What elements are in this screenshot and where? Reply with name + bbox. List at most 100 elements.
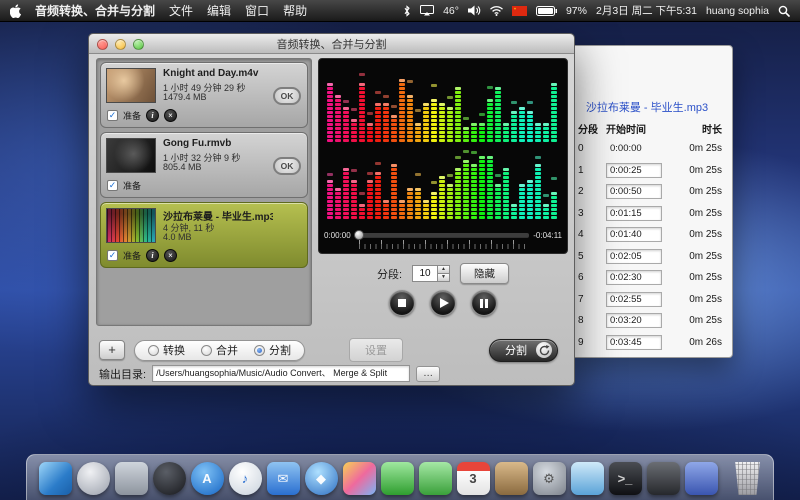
file-list-item[interactable]: Gong Fu.rmvb 1 小时 32 分钟 9 秒 805.4 MB ✓ 准… <box>100 132 308 198</box>
menu-window[interactable]: 窗口 <box>245 2 269 19</box>
menu-help[interactable]: 帮助 <box>283 2 307 19</box>
split-action-label: 分割 <box>505 342 527 358</box>
dock-icon-system-preferences[interactable]: ⚙ <box>533 462 566 495</box>
playback-controls <box>318 290 568 316</box>
start-time-field[interactable]: 0:02:05 <box>606 249 662 264</box>
seek-thumb[interactable] <box>354 230 364 240</box>
dock-icon-safari[interactable]: ◆ <box>305 462 338 495</box>
file-thumbnail <box>106 138 156 173</box>
bluetooth-icon[interactable] <box>403 5 411 17</box>
segment-number: 8 <box>578 315 606 326</box>
dock-icon-dashboard[interactable] <box>153 462 186 495</box>
battery-icon[interactable] <box>536 6 557 16</box>
start-time-field[interactable]: 0:03:20 <box>606 313 662 328</box>
dock-icon-launchpad[interactable] <box>77 462 110 495</box>
output-directory-field[interactable]: /Users/huangsophia/Music/Audio Convert、 … <box>152 365 410 382</box>
dock-icon-utilities[interactable] <box>647 462 680 495</box>
start-time-field[interactable]: 0:01:15 <box>606 206 662 221</box>
mode-radio-convert[interactable]: 转换 <box>148 342 185 358</box>
window-title: 音频转换、合并与分割 <box>277 36 387 52</box>
split-table-header: 分段 开始时间 时长 <box>578 118 724 138</box>
dock-icon-terminal[interactable]: >_ <box>609 462 642 495</box>
pause-button[interactable] <box>471 290 497 316</box>
dock-icon-documents[interactable] <box>685 462 718 495</box>
file-list-item[interactable]: Knight and Day.m4v 1 小时 49 分钟 29 秒 1479.… <box>100 62 308 128</box>
browse-button[interactable]: … <box>416 366 440 382</box>
trash-icon[interactable] <box>734 462 762 495</box>
stepper-down-button[interactable]: ▼ <box>437 273 450 282</box>
hide-button[interactable]: 隐藏 <box>460 263 509 284</box>
user-menu[interactable]: huang sophia <box>706 5 769 17</box>
wifi-icon[interactable] <box>490 6 503 16</box>
play-icon <box>440 298 449 308</box>
seek-groove[interactable] <box>355 233 530 237</box>
battery-percent[interactable]: 97% <box>566 5 587 17</box>
start-time-field[interactable]: 0:02:55 <box>606 292 662 307</box>
dock-icon-itunes[interactable]: ♪ <box>229 462 262 495</box>
datetime-status[interactable]: 2月3日 周二 下午5:31 <box>596 3 697 18</box>
close-window-button[interactable] <box>97 39 108 50</box>
apple-menu-icon[interactable] <box>10 4 21 18</box>
dock-icon-calendar[interactable]: 3 <box>457 462 490 495</box>
file-list-item[interactable]: 沙拉布莱曼 - 毕业生.mp3 4 分钟, 11 秒 4.0 MB ✓ 准备 i… <box>100 202 308 268</box>
split-panel-title: 沙拉布莱曼 - 毕业生.mp3 <box>566 99 728 115</box>
stop-button[interactable] <box>389 290 415 316</box>
segment-number: 0 <box>578 143 606 154</box>
waveform-panel: 0:00:00 -0:04:11 <box>318 58 568 254</box>
segment-count-field[interactable]: 10 <box>412 265 438 282</box>
split-table: 分段 开始时间 时长 0 0:00:00 0m 25s 1 0:00:25 0m… <box>578 118 724 353</box>
start-time-field[interactable]: 0:00:25 <box>606 163 662 178</box>
spotlight-icon[interactable] <box>778 5 790 17</box>
menu-bar: 音频转换、合并与分割 文件 编辑 窗口 帮助 46° <box>0 0 800 22</box>
add-file-button[interactable]: + <box>99 340 125 360</box>
dock-icon-app-store[interactable]: A <box>191 462 224 495</box>
dock: A♪✉◆ 3 ⚙ >_ <box>26 454 774 500</box>
display-icon[interactable] <box>420 5 434 16</box>
dock-icon-mail[interactable]: ✉ <box>267 462 300 495</box>
dock-icon-maps[interactable] <box>571 462 604 495</box>
ready-checkbox[interactable]: ✓ <box>107 250 118 261</box>
menu-edit[interactable]: 编辑 <box>207 2 231 19</box>
dock-icon-messages[interactable] <box>419 462 452 495</box>
header-duration: 时长 <box>670 121 724 136</box>
radio-icon <box>148 345 159 356</box>
zoom-window-button[interactable] <box>133 39 144 50</box>
menu-file[interactable]: 文件 <box>169 2 193 19</box>
settings-button[interactable]: 设置 <box>349 338 403 362</box>
segment-duration: 0m 25s <box>670 251 724 262</box>
mode-radio-split[interactable]: 分割 <box>254 342 291 358</box>
dock-icon-mission-control[interactable] <box>115 462 148 495</box>
mode-radio-merge[interactable]: 合并 <box>201 342 238 358</box>
segment-duration: 0m 25s <box>670 165 724 176</box>
menu-app-name[interactable]: 音频转换、合并与分割 <box>35 2 155 19</box>
file-thumbnail <box>106 208 156 243</box>
ready-checkbox[interactable]: ✓ <box>107 180 118 191</box>
play-button[interactable] <box>430 290 456 316</box>
info-button[interactable]: i <box>146 249 159 262</box>
remove-file-button[interactable]: × <box>164 109 177 122</box>
segment-duration: 0m 25s <box>670 186 724 197</box>
input-language-flag-icon[interactable] <box>512 6 527 16</box>
ready-checkbox[interactable]: ✓ <box>107 110 118 121</box>
segment-duration: 0m 26s <box>670 337 724 348</box>
remove-file-button[interactable]: × <box>164 249 177 262</box>
dock-icon-photos[interactable] <box>343 462 376 495</box>
start-time-field[interactable]: 0:00:50 <box>606 184 662 199</box>
info-button[interactable]: i <box>146 109 159 122</box>
start-time-field[interactable]: 0:02:30 <box>606 270 662 285</box>
dock-icon-facetime[interactable] <box>381 462 414 495</box>
start-time-field[interactable]: 0:03:45 <box>606 335 662 350</box>
segment-number: 2 <box>578 186 606 197</box>
remaining-time: -0:04:11 <box>533 231 562 240</box>
dock-icon-contacts[interactable] <box>495 462 528 495</box>
start-time-field[interactable]: 0:01:40 <box>606 227 662 242</box>
segment-number: 6 <box>578 272 606 283</box>
temperature-status[interactable]: 46° <box>443 5 459 17</box>
dock-icon-finder[interactable] <box>39 462 72 495</box>
split-action-button[interactable]: 分割 <box>489 339 558 362</box>
split-rows: 0 0:00:00 0m 25s 1 0:00:25 0m 25s 2 0:00… <box>578 138 724 353</box>
seek-bar[interactable] <box>355 231 530 249</box>
volume-icon[interactable] <box>468 5 481 16</box>
window-titlebar[interactable]: 音频转换、合并与分割 <box>89 34 574 54</box>
minimize-window-button[interactable] <box>115 39 126 50</box>
